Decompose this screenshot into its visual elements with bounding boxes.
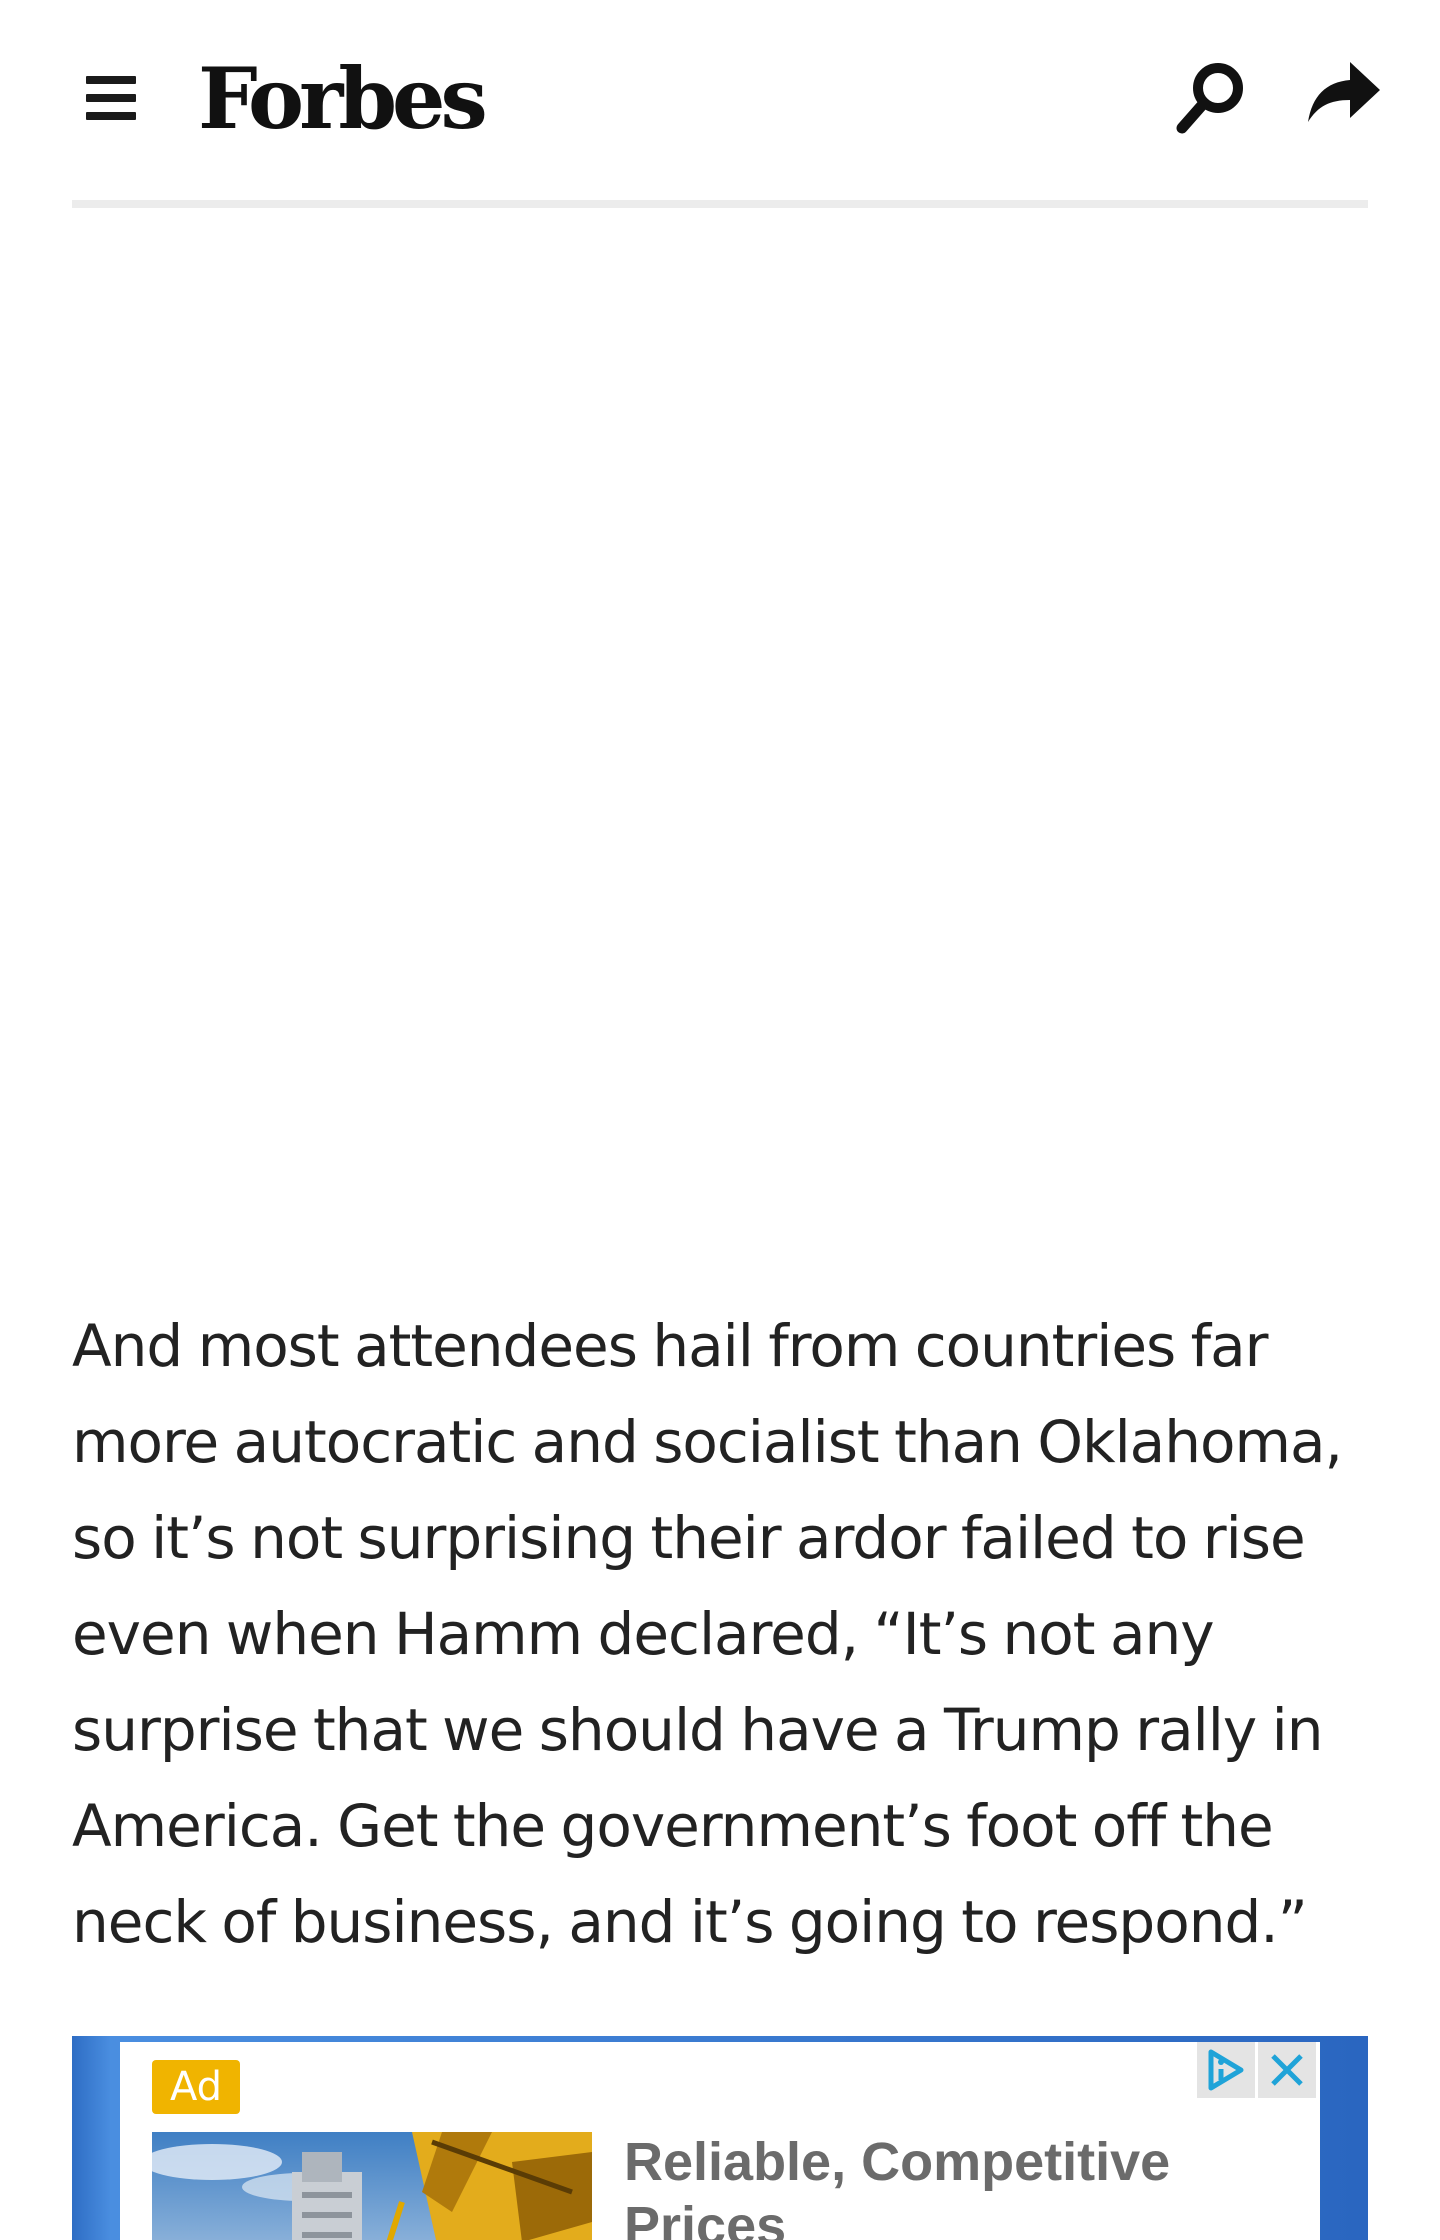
- ad-card[interactable]: Ad Reliable, Competitive Prices: [120, 2042, 1320, 2240]
- forbes-logo[interactable]: Forbes: [198, 44, 488, 154]
- menu-bar-middle: [86, 94, 136, 102]
- header-divider: [72, 200, 1368, 208]
- search-icon[interactable]: [1170, 58, 1250, 138]
- menu-bar-top: [86, 76, 136, 84]
- ad-banner[interactable]: Ad Reliable, Competitive Prices: [72, 2036, 1368, 2240]
- hamburger-menu-icon[interactable]: [86, 76, 136, 120]
- site-header: Forbes: [0, 0, 1440, 208]
- menu-bar-bottom: [86, 112, 136, 120]
- article-body: And most attendees hail from countries f…: [72, 1298, 1368, 1970]
- close-icon[interactable]: [1258, 2042, 1316, 2098]
- ad-headline[interactable]: Reliable, Competitive Prices: [624, 2130, 1284, 2240]
- adchoices-icon[interactable]: [1197, 2042, 1255, 2098]
- ad-badge: Ad: [152, 2060, 240, 2114]
- article-paragraph: And most attendees hail from countries f…: [72, 1312, 1343, 1956]
- empty-ad-slot: [72, 208, 1368, 1268]
- share-icon[interactable]: [1306, 58, 1382, 128]
- ad-image-offshore-platform[interactable]: [152, 2132, 592, 2240]
